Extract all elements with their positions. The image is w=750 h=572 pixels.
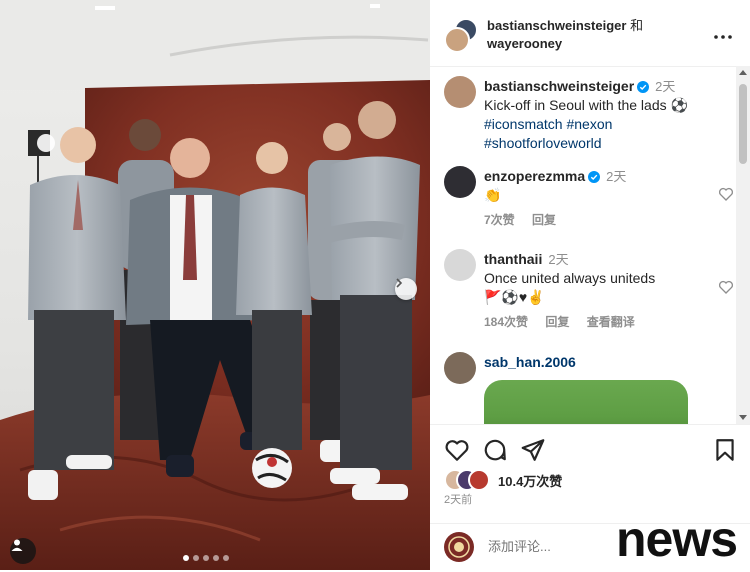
comments-list[interactable]: bastianschweinsteiger 2天 Kick-off in Seou… [430,66,740,424]
avatar[interactable] [444,76,476,108]
heart-icon[interactable] [444,437,470,463]
liked-by-avatars[interactable] [444,469,494,491]
comment-username[interactable]: enzoperezmma [484,168,585,184]
avatar[interactable] [444,166,476,198]
post-photo[interactable] [0,0,430,570]
carousel-dot [223,555,229,561]
more-horizontal-icon [714,35,732,39]
post-authors: bastianschweinsteiger 和 wayerooney [487,17,643,53]
comment-item: thanthaii 2天 Once united always uniteds 🚩… [444,249,736,339]
carousel-next-button[interactable] [395,278,417,300]
see-translation-button[interactable]: 查看翻译 [587,315,635,329]
post-timestamp[interactable]: 2天前 [444,491,472,507]
club-crest-icon [448,536,470,558]
reply-button[interactable]: 回复 [532,213,556,227]
comment-likes[interactable]: 184次赞 [484,315,528,329]
comment-item: enzoperezmma 2天 👏 7次赞 回复 [444,166,736,234]
post-side-panel: bastianschweinsteiger 和 wayerooney basti… [430,0,750,570]
comment-meta: 184次赞 回复 查看翻译 [484,313,724,332]
caption-username[interactable]: bastianschweinsteiger [484,78,634,94]
avatar [444,27,470,53]
comment-time: 2天 [606,169,627,184]
avatar[interactable] [444,249,476,281]
verified-badge-icon [588,171,601,183]
avatar [468,469,490,491]
post-caption: bastianschweinsteiger 2天 Kick-off in Seou… [444,76,736,156]
comment-username[interactable]: thanthaii [484,251,542,267]
author-link-1[interactable]: bastianschweinsteiger [487,18,626,33]
scroll-up-arrow[interactable] [739,70,747,75]
comment-text: Once united always uniteds [484,270,656,286]
comment-meta: 7次赞 回复 [484,211,724,230]
comment-icon[interactable] [482,437,508,463]
chevron-right-icon [396,278,403,288]
bookmark-icon[interactable] [712,437,738,463]
carousel-indicator [183,555,229,561]
carousel-dot [213,555,219,561]
hashtag-link[interactable]: #nexon [566,116,612,132]
verified-badge-icon [637,81,650,93]
carousel-dot [183,555,189,561]
news-watermark: news [616,511,738,567]
author-joiner: 和 [630,18,644,33]
likes-count[interactable]: 10.4万次赞 [498,471,562,490]
comment-likes[interactable]: 7次赞 [484,213,515,227]
hashtag-link[interactable]: #iconsmatch [484,116,563,132]
comment-text: 👏 [484,187,502,203]
user-tag-button[interactable] [10,538,36,564]
heart-icon[interactable] [718,279,734,295]
reply-button[interactable]: 回复 [545,315,569,329]
comment-emoji: 🚩⚽♥✌ [484,289,545,305]
comment-time: 2天 [548,252,569,267]
comment-item: sab_han.2006 [444,352,736,424]
caption-time: 2天 [655,79,676,94]
user-tag-icon [11,539,23,551]
comments-scrollbar[interactable] [736,66,750,424]
author-link-2[interactable]: wayerooney [487,36,562,51]
scroll-down-arrow[interactable] [739,415,747,420]
carousel-dot [193,555,199,561]
team-photo-illustration [0,0,430,570]
scroll-thumb[interactable] [739,84,747,164]
send-icon[interactable] [520,437,546,463]
heart-icon[interactable] [718,186,734,202]
more-options-button[interactable] [714,26,732,44]
avatar [444,532,474,562]
caption-text: Kick-off in Seoul with the lads ⚽ [484,97,688,113]
carousel-dot [203,555,209,561]
collab-avatars[interactable] [444,18,478,53]
post-header: bastianschweinsteiger 和 wayerooney [430,0,750,67]
comment-media-image[interactable] [484,380,688,424]
comment-input[interactable] [486,538,630,555]
avatar[interactable] [444,352,476,384]
hashtag-link[interactable]: #shootforloveworld [484,135,602,151]
comment-username[interactable]: sab_han.2006 [484,354,576,370]
